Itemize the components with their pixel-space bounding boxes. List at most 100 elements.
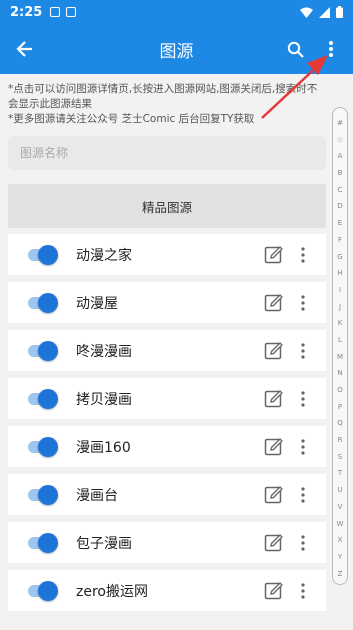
source-name: 漫画160 bbox=[76, 439, 131, 456]
edit-icon bbox=[264, 389, 283, 407]
alphabet-index-bar[interactable]: # ☆ A B C D E F G H I J K L M N O P Q R S T U V W X Y Z bbox=[332, 107, 348, 585]
source-more-button[interactable] bbox=[296, 243, 310, 267]
source-more-button[interactable] bbox=[296, 531, 310, 555]
battery-icon bbox=[336, 6, 343, 18]
source-row[interactable]: zero搬运网 bbox=[8, 570, 326, 611]
source-more-button[interactable] bbox=[296, 435, 310, 459]
source-name: 动漫屋 bbox=[76, 295, 118, 312]
source-enabled-toggle[interactable] bbox=[28, 532, 58, 553]
source-name: 咚漫漫画 bbox=[76, 343, 132, 360]
edit-source-button[interactable] bbox=[262, 291, 286, 315]
search-icon bbox=[287, 41, 304, 58]
status-bar: 2:25 bbox=[0, 0, 353, 24]
index-letter[interactable]: M bbox=[337, 349, 343, 366]
edit-source-button[interactable] bbox=[262, 339, 286, 363]
index-letter[interactable]: E bbox=[338, 215, 342, 232]
index-letter[interactable]: H bbox=[337, 265, 342, 282]
edit-icon bbox=[264, 581, 283, 599]
edit-source-button[interactable] bbox=[262, 531, 286, 555]
source-more-button[interactable] bbox=[296, 339, 310, 363]
source-row[interactable]: 拷贝漫画 bbox=[8, 378, 326, 419]
app-bar: 图源 bbox=[0, 24, 353, 74]
source-enabled-toggle[interactable] bbox=[28, 340, 58, 361]
gallery-notification-icon bbox=[50, 7, 61, 17]
app-notification-icon bbox=[66, 7, 77, 17]
source-row[interactable]: 漫画160 bbox=[8, 426, 326, 467]
index-letter[interactable]: S bbox=[338, 449, 342, 466]
index-letter[interactable]: I bbox=[339, 282, 341, 299]
index-letter[interactable]: Z bbox=[338, 566, 343, 583]
back-button[interactable] bbox=[0, 24, 50, 74]
more-vert-icon bbox=[301, 390, 305, 407]
more-vert-icon bbox=[301, 246, 305, 263]
index-letter[interactable]: N bbox=[337, 365, 342, 382]
index-letter[interactable]: T bbox=[338, 465, 342, 482]
index-letter[interactable]: V bbox=[338, 499, 343, 516]
source-enabled-toggle[interactable] bbox=[28, 436, 58, 457]
index-letter[interactable]: D bbox=[337, 198, 342, 215]
source-row[interactable]: 包子漫画 bbox=[8, 522, 326, 563]
source-row[interactable]: 动漫屋 bbox=[8, 282, 326, 323]
edit-source-button[interactable] bbox=[262, 387, 286, 411]
more-vert-icon bbox=[301, 534, 305, 551]
index-letter[interactable]: C bbox=[338, 182, 343, 199]
hint-text: *点击可以访问图源详情页,长按进入图源网站,图源关闭后,搜索时不会显示此图源结果… bbox=[0, 74, 328, 127]
edit-icon bbox=[264, 341, 283, 359]
index-letter[interactable]: L bbox=[338, 332, 342, 349]
source-enabled-toggle[interactable] bbox=[28, 484, 58, 505]
source-enabled-toggle[interactable] bbox=[28, 388, 58, 409]
source-search-box[interactable] bbox=[8, 136, 326, 170]
edit-source-button[interactable] bbox=[262, 243, 286, 267]
edit-source-button[interactable] bbox=[262, 579, 286, 603]
overflow-menu-button[interactable] bbox=[313, 24, 349, 74]
source-name: 动漫之家 bbox=[76, 247, 132, 264]
index-letter[interactable]: ☆ bbox=[337, 132, 343, 149]
source-enabled-toggle[interactable] bbox=[28, 580, 58, 601]
source-name: 包子漫画 bbox=[76, 535, 132, 552]
source-more-button[interactable] bbox=[296, 483, 310, 507]
edit-icon bbox=[264, 533, 283, 551]
status-time: 2:25 bbox=[10, 4, 43, 20]
more-vert-icon bbox=[329, 41, 333, 57]
index-letter[interactable]: O bbox=[337, 382, 343, 399]
index-letter[interactable]: B bbox=[338, 165, 343, 182]
source-more-button[interactable] bbox=[296, 579, 310, 603]
source-name: 漫画台 bbox=[76, 487, 118, 504]
arrow-back-icon bbox=[16, 41, 32, 57]
index-letter[interactable]: A bbox=[338, 148, 343, 165]
index-letter[interactable]: P bbox=[338, 399, 342, 416]
more-vert-icon bbox=[301, 342, 305, 359]
source-row[interactable]: 动漫之家 bbox=[8, 234, 326, 275]
index-letter[interactable]: J bbox=[339, 299, 341, 316]
index-letter[interactable]: Y bbox=[338, 549, 342, 566]
index-letter[interactable]: G bbox=[337, 249, 342, 266]
index-letter[interactable]: X bbox=[338, 532, 343, 549]
source-more-button[interactable] bbox=[296, 387, 310, 411]
source-row[interactable]: 漫画台 bbox=[8, 474, 326, 515]
source-enabled-toggle[interactable] bbox=[28, 244, 58, 265]
section-header: 精品图源 bbox=[8, 184, 326, 228]
index-letter[interactable]: W bbox=[337, 516, 344, 533]
edit-source-button[interactable] bbox=[262, 483, 286, 507]
more-vert-icon bbox=[301, 486, 305, 503]
source-name-input[interactable] bbox=[20, 146, 326, 160]
more-vert-icon bbox=[301, 438, 305, 455]
index-letter[interactable]: # bbox=[337, 115, 343, 132]
source-row[interactable]: 咚漫漫画 bbox=[8, 330, 326, 371]
source-list: 动漫之家 动漫屋 咚漫漫画 拷贝漫画 漫画160 漫画台 包子漫画 zero搬运… bbox=[8, 234, 326, 611]
edit-source-button[interactable] bbox=[262, 435, 286, 459]
index-letter[interactable]: K bbox=[338, 315, 343, 332]
index-letter[interactable]: F bbox=[338, 232, 342, 249]
search-button[interactable] bbox=[277, 24, 313, 74]
index-letter[interactable]: U bbox=[337, 482, 342, 499]
index-letter[interactable]: R bbox=[338, 432, 343, 449]
source-name: 拷贝漫画 bbox=[76, 391, 132, 408]
source-enabled-toggle[interactable] bbox=[28, 292, 58, 313]
more-vert-icon bbox=[301, 294, 305, 311]
index-letter[interactable]: Q bbox=[337, 415, 343, 432]
edit-icon bbox=[264, 485, 283, 503]
wifi-icon bbox=[300, 7, 313, 18]
more-vert-icon bbox=[301, 582, 305, 599]
source-name: zero搬运网 bbox=[76, 583, 148, 600]
source-more-button[interactable] bbox=[296, 291, 310, 315]
